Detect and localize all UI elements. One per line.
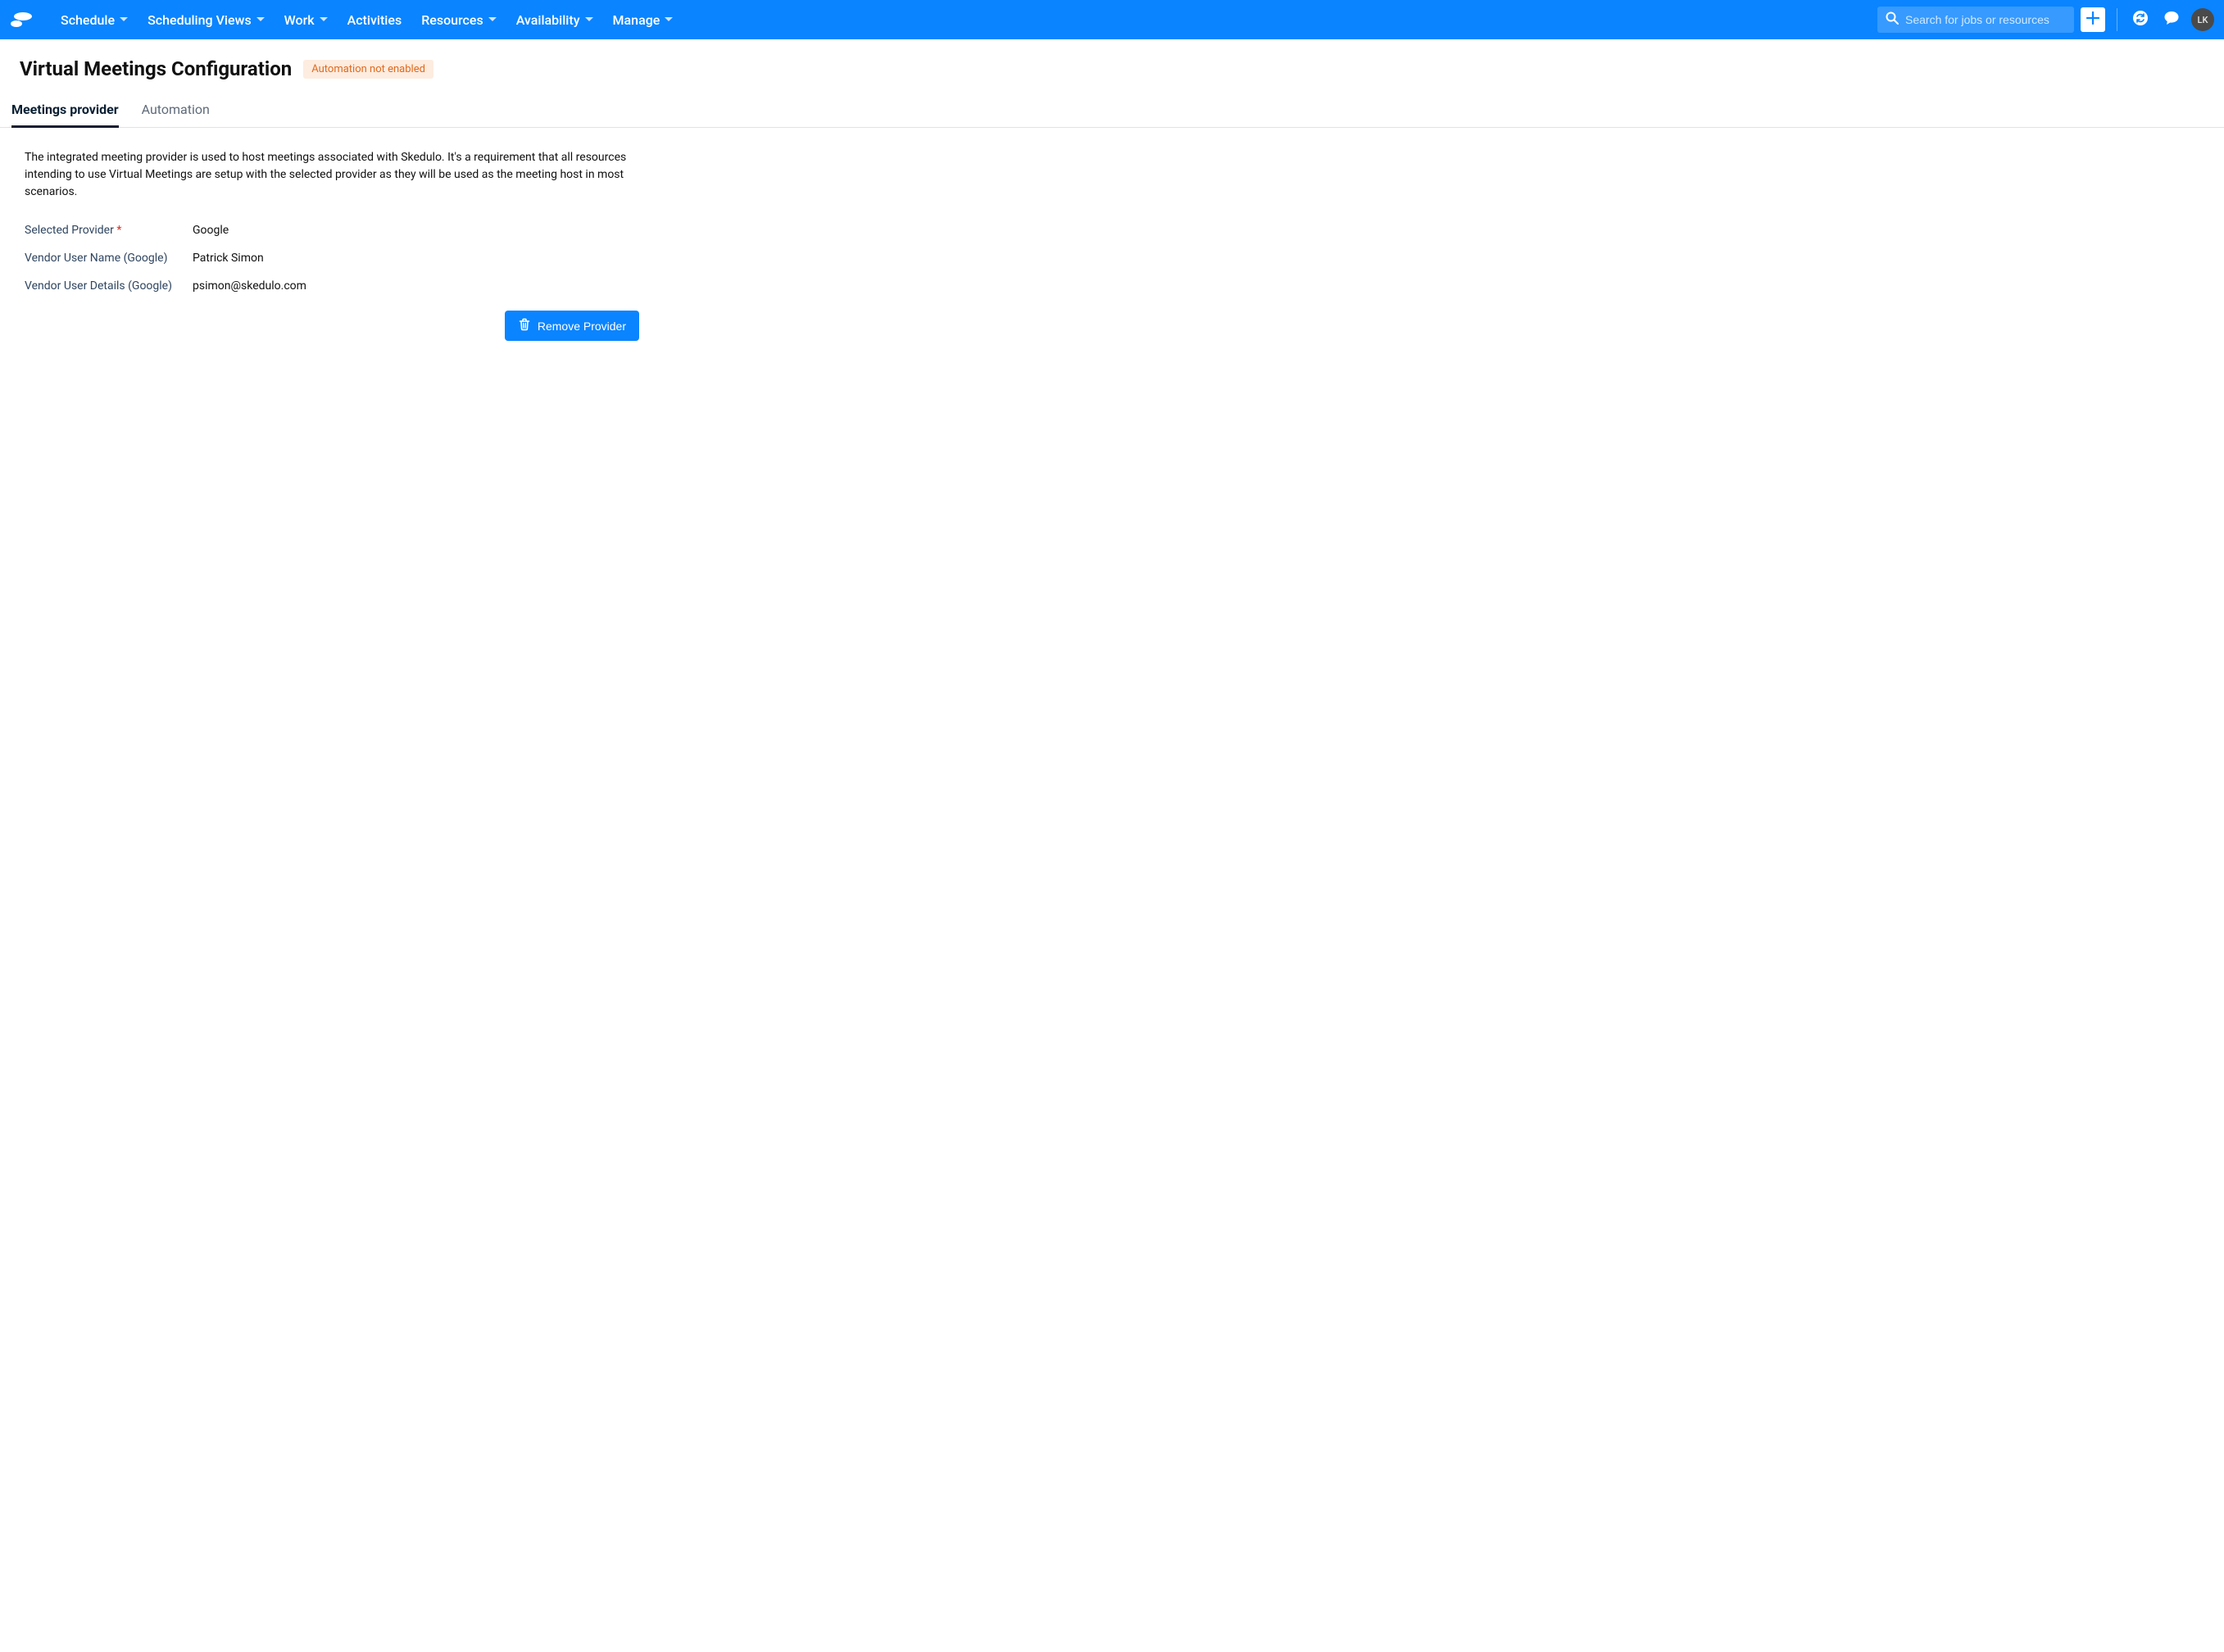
chevron-down-icon — [256, 17, 265, 22]
page-header: Virtual Meetings Configuration Automatio… — [0, 39, 2224, 80]
nav-scheduling-views[interactable]: Scheduling Views — [138, 0, 275, 39]
nav-label: Resources — [421, 12, 483, 28]
sync-button[interactable] — [2129, 8, 2152, 31]
field-vendor-user-name: Vendor User Name (Google) Patrick Simon — [25, 252, 639, 265]
page-title: Virtual Meetings Configuration — [20, 57, 292, 80]
avatar-initials: LK — [2198, 15, 2208, 25]
chat-icon — [2163, 10, 2180, 30]
app-logo[interactable] — [10, 11, 43, 28]
label-text: Selected Provider — [25, 224, 114, 237]
field-value: Patrick Simon — [193, 252, 264, 265]
field-label: Selected Provider * — [25, 224, 193, 237]
field-selected-provider: Selected Provider * Google — [25, 224, 639, 237]
nav-work[interactable]: Work — [275, 0, 338, 39]
action-row: Remove Provider — [25, 311, 639, 341]
chevron-down-icon — [120, 17, 128, 22]
nav-label: Manage — [613, 12, 660, 28]
intro-text: The integrated meeting provider is used … — [25, 149, 631, 201]
sync-icon — [2132, 10, 2149, 30]
top-nav: Schedule Scheduling Views Work Activitie… — [0, 0, 2224, 39]
nav-label: Schedule — [61, 12, 115, 28]
chevron-down-icon — [488, 17, 497, 22]
trash-icon — [518, 318, 531, 334]
button-label: Remove Provider — [538, 320, 626, 333]
status-badge: Automation not enabled — [303, 60, 433, 79]
tab-automation[interactable]: Automation — [142, 95, 210, 128]
plus-icon — [2086, 11, 2100, 29]
required-asterisk: * — [116, 224, 121, 237]
nav-label: Scheduling Views — [148, 12, 252, 28]
tab-meetings-provider[interactable]: Meetings provider — [11, 95, 119, 128]
remove-provider-button[interactable]: Remove Provider — [505, 311, 639, 341]
add-button[interactable] — [2081, 7, 2105, 32]
chevron-down-icon — [320, 17, 328, 22]
field-value: psimon@skedulo.com — [193, 279, 306, 293]
chevron-down-icon — [585, 17, 593, 22]
tab-label: Meetings provider — [11, 102, 119, 117]
field-vendor-user-details: Vendor User Details (Google) psimon@sked… — [25, 279, 639, 293]
nav-manage[interactable]: Manage — [603, 0, 683, 39]
nav-activities[interactable]: Activities — [338, 0, 412, 39]
nav-label: Work — [284, 12, 315, 28]
tab-label: Automation — [142, 102, 210, 117]
provider-form: Selected Provider * Google Vendor User N… — [25, 224, 639, 341]
nav-items: Schedule Scheduling Views Work Activitie… — [51, 0, 683, 39]
content: The integrated meeting provider is used … — [0, 128, 664, 362]
search-input[interactable] — [1905, 13, 2066, 26]
nav-label: Availability — [516, 12, 580, 28]
nav-schedule[interactable]: Schedule — [51, 0, 138, 39]
tabs: Meetings provider Automation — [0, 95, 2224, 128]
user-avatar[interactable]: LK — [2191, 8, 2214, 31]
field-label: Vendor User Details (Google) — [25, 279, 193, 293]
nav-availability[interactable]: Availability — [506, 0, 603, 39]
search-box[interactable] — [1877, 7, 2074, 33]
nav-resources[interactable]: Resources — [411, 0, 506, 39]
chevron-down-icon — [665, 17, 673, 22]
search-icon — [1886, 11, 1899, 28]
nav-label: Activities — [347, 12, 402, 28]
chat-button[interactable] — [2160, 8, 2183, 31]
field-label: Vendor User Name (Google) — [25, 252, 193, 265]
field-value: Google — [193, 224, 229, 237]
